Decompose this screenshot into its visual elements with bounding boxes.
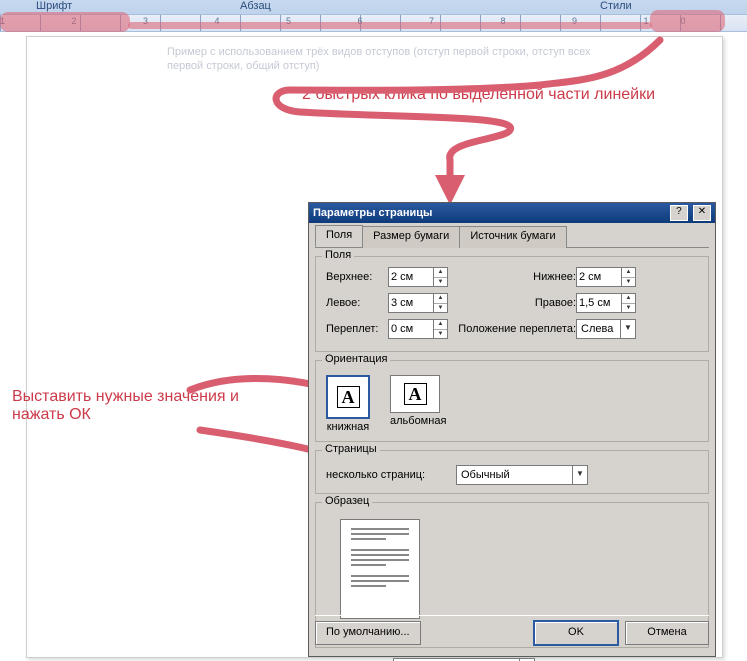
orientation-landscape[interactable]: A альбомная (390, 375, 446, 433)
page-setup-dialog: Параметры страницы ? ✕ Поля Размер бумаг… (308, 202, 716, 657)
input-bottom-margin[interactable]: ▲▼ (576, 267, 636, 287)
orientation-landscape-label: альбомная (390, 415, 446, 427)
orientation-portrait-label: книжная (326, 421, 370, 433)
preview-thumbnail (340, 519, 420, 619)
group-pages-label: Страницы (322, 443, 380, 455)
ok-button[interactable]: OK (533, 620, 619, 646)
ribbon-label-font: Шрифт (36, 0, 72, 12)
dialog-title-text: Параметры страницы (313, 207, 432, 219)
ruler-numbers: 1 2 3 4 5 6 7 8 9 10 11 12 13 14 15 16 1… (0, 16, 747, 26)
group-pages: Страницы несколько страниц: Обычный▼ (315, 450, 709, 494)
group-margins-label: Поля (322, 249, 354, 261)
tab-paper-size[interactable]: Размер бумаги (362, 226, 460, 248)
group-preview-label: Образец (322, 495, 372, 507)
label-multiple-pages: несколько страниц: (326, 469, 456, 481)
input-right-margin[interactable]: ▲▼ (576, 293, 636, 313)
tab-margins[interactable]: Поля (315, 225, 363, 247)
label-gutter-position: Положение переплета: (448, 323, 576, 335)
ribbon-label-paragraph: Абзац (240, 0, 271, 12)
label-bottom-margin: Нижнее: (448, 271, 576, 283)
horizontal-ruler[interactable]: 1 2 3 4 5 6 7 8 9 10 11 12 13 14 15 16 1… (0, 14, 747, 32)
label-right-margin: Правое: (448, 297, 576, 309)
orientation-portrait[interactable]: A книжная (326, 375, 370, 433)
annotation-text-top: 2 быстрых клика по выделенной части лине… (302, 86, 655, 104)
dialog-tabs: Поля Размер бумаги Источник бумаги (315, 225, 709, 248)
select-multiple-pages[interactable]: Обычный▼ (456, 465, 588, 485)
group-orientation-label: Ориентация (322, 353, 390, 365)
ribbon-tab-labels: Шрифт Абзац Стили (0, 0, 747, 14)
select-gutter-position[interactable]: Слева▼ (576, 319, 636, 339)
dialog-close-button[interactable]: ✕ (693, 205, 711, 221)
cancel-button[interactable]: Отмена (625, 621, 709, 645)
document-faint-text: Пример с использованием трёх видов отсту… (167, 45, 682, 73)
input-left-margin[interactable]: ▲▼ (388, 293, 448, 313)
input-top-margin[interactable]: ▲▼ (388, 267, 448, 287)
tab-paper-source[interactable]: Источник бумаги (459, 226, 566, 248)
label-gutter: Переплет: (326, 323, 388, 335)
ribbon-label-styles: Стили (600, 0, 632, 12)
label-left-margin: Левое: (326, 297, 388, 309)
dialog-titlebar[interactable]: Параметры страницы ? ✕ (309, 203, 715, 223)
annotation-text-left: Выставить нужные значения и нажать ОК (12, 388, 239, 424)
default-button[interactable]: По умолчанию... (315, 621, 421, 645)
dialog-help-button[interactable]: ? (670, 205, 688, 221)
label-top-margin: Верхнее: (326, 271, 388, 283)
group-margins: Поля Верхнее: ▲▼ Нижнее: ▲▼ Левое: ▲▼ Пр… (315, 256, 709, 352)
input-gutter[interactable]: ▲▼ (388, 319, 448, 339)
group-orientation: Ориентация A книжная A альбомная (315, 360, 709, 442)
